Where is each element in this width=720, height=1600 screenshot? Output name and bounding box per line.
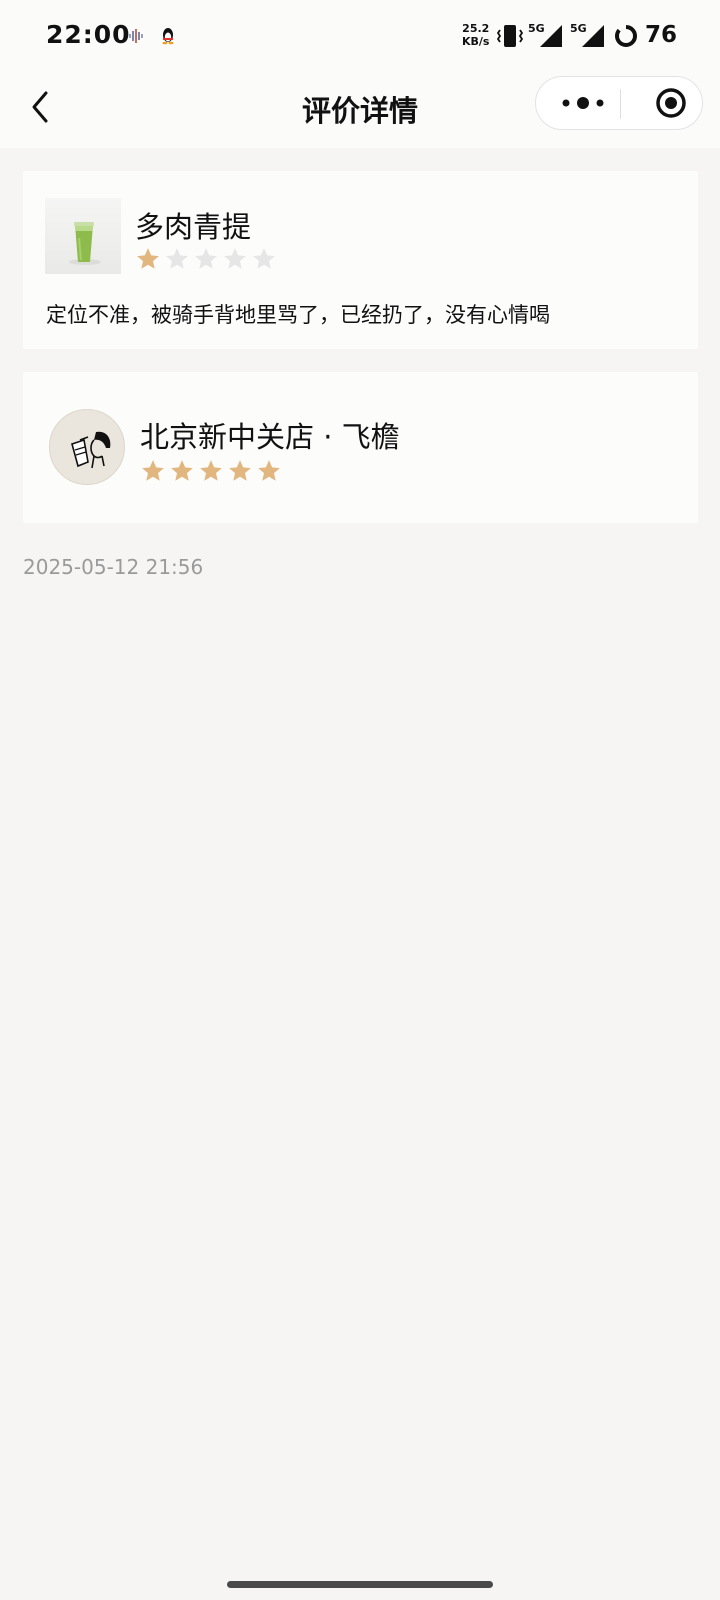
star-filled-icon xyxy=(142,460,164,481)
star-filled-icon xyxy=(229,460,251,481)
star-empty-icon xyxy=(195,248,217,269)
product-rating-stars xyxy=(135,246,277,272)
vibrate-icon xyxy=(497,25,523,47)
sound-wave-icon xyxy=(129,29,143,43)
review-comment: 定位不准，被骑手背地里骂了，已经扔了，没有心情喝 xyxy=(46,303,550,327)
navigation-bar: 评价详情 xyxy=(0,72,720,148)
product-review-card: 多肉青提 定位不准，被骑手背地里骂了，已经扔了，没有心情喝 xyxy=(23,171,698,349)
battery-ring-icon xyxy=(615,24,637,47)
review-timestamp: 2025-05-12 21:56 xyxy=(23,555,204,579)
star-filled-icon xyxy=(137,248,159,269)
more-dots-icon[interactable] xyxy=(558,77,608,129)
star-filled-icon xyxy=(200,460,222,481)
store-rating-stars xyxy=(140,458,282,484)
signal-icon xyxy=(540,25,562,47)
qq-penguin-icon xyxy=(162,28,174,45)
mini-program-capsule xyxy=(535,76,703,130)
net-speed-unit: KB/s xyxy=(462,35,490,48)
star-filled-icon xyxy=(171,460,193,481)
drinking-person-logo-icon xyxy=(71,431,111,469)
home-indicator[interactable] xyxy=(227,1581,493,1588)
store-review-card: 北京新中关店 · 飞檐 xyxy=(23,372,698,523)
store-avatar xyxy=(49,409,125,485)
network-speed: 25.2 KB/s xyxy=(462,22,489,48)
signal-icon xyxy=(582,25,604,47)
star-empty-icon xyxy=(253,248,275,269)
battery-level: 76 xyxy=(645,22,678,48)
star-filled-icon xyxy=(258,460,280,481)
target-close-icon[interactable] xyxy=(646,77,696,129)
store-name: 北京新中关店 · 飞檐 xyxy=(140,420,400,454)
drink-cup-icon xyxy=(69,222,101,265)
star-empty-icon xyxy=(166,248,188,269)
status-time: 22:00 xyxy=(46,20,131,49)
status-bar: 22:00 25.2 KB/s 5G 5G 76 xyxy=(0,0,720,72)
capsule-divider xyxy=(620,89,621,119)
net-speed-value: 25.2 xyxy=(462,22,490,35)
product-image xyxy=(45,198,121,274)
product-name: 多肉青提 xyxy=(135,210,252,244)
star-empty-icon xyxy=(224,248,246,269)
